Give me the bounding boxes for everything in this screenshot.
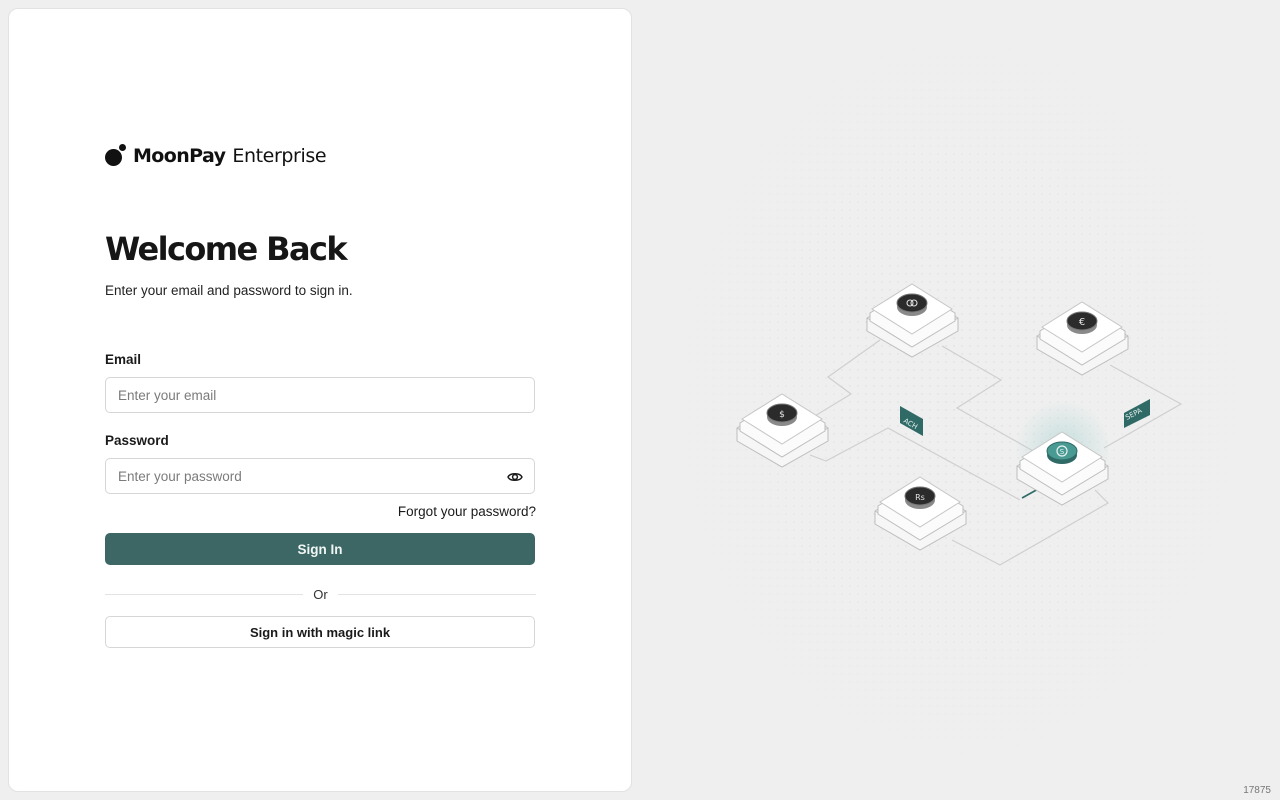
password-label: Password	[105, 433, 169, 448]
network-illustration: ACH SEPA € $ S Rs	[640, 0, 1280, 800]
dot-grid-background	[640, 0, 1280, 800]
moon-logo-icon	[105, 144, 129, 168]
payment-network-graphic: ACH SEPA € $ S Rs	[640, 0, 1280, 800]
email-label: Email	[105, 352, 142, 367]
magic-link-button[interactable]: Sign in with magic link	[105, 616, 535, 648]
forgot-password-row: Forgot your password?	[105, 503, 536, 521]
or-divider: Or	[105, 586, 537, 602]
page-subtitle: Enter your email and password to sign in…	[105, 283, 353, 298]
logo-brand-name: MoonPay	[133, 145, 226, 167]
stablecoin-icon: S	[1060, 448, 1065, 456]
show-password-icon[interactable]	[507, 469, 523, 485]
divider-line-left	[105, 593, 304, 595]
build-number: 17875	[1243, 785, 1271, 796]
dollar-icon: $	[779, 410, 785, 420]
sign-in-button[interactable]: Sign In	[105, 533, 535, 565]
email-input[interactable]	[106, 378, 534, 412]
brand-logo: MoonPay Enterprise	[105, 141, 536, 171]
email-field	[105, 377, 535, 413]
password-input[interactable]	[106, 459, 534, 493]
divider-line-right	[337, 593, 537, 595]
forgot-password-link[interactable]: Forgot your password?	[398, 504, 536, 519]
page-title: Welcome Back	[105, 230, 348, 268]
login-form: MoonPay Enterprise Welcome Back Enter yo…	[105, 141, 537, 648]
divider-text: Or	[313, 586, 328, 602]
euro-icon: €	[1079, 317, 1085, 328]
password-field	[105, 458, 535, 494]
login-card: MoonPay Enterprise Welcome Back Enter yo…	[8, 8, 632, 792]
rupee-icon: Rs	[915, 493, 925, 502]
logo-product-name: Enterprise	[232, 145, 327, 167]
